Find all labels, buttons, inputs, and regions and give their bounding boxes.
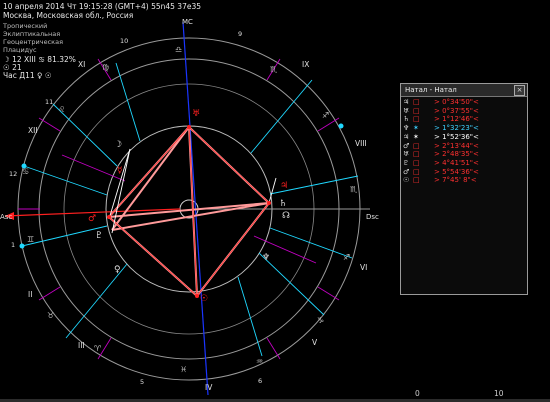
svg-text:5: 5	[140, 378, 144, 386]
svg-text:1: 1	[11, 241, 15, 249]
mercury-glyph-icon[interactable]: ☿	[117, 166, 123, 176]
aspect-window-title: Натал - Натал	[405, 86, 457, 94]
svg-text:♏: ♏	[350, 185, 358, 194]
aspect-type: □	[413, 176, 420, 185]
aspect-planet-1: ♅	[403, 106, 410, 115]
close-icon[interactable]: ×	[514, 85, 525, 96]
svg-text:♈: ♈	[94, 344, 101, 353]
header-hour-info: Час Д11 ♀ ☉	[3, 71, 52, 80]
aspect-orb: > 1°52'36"<	[434, 132, 479, 141]
node-glyph-icon[interactable]: ☊	[282, 211, 290, 221]
aspect-type: □	[413, 106, 420, 115]
svg-text:VIII: VIII	[355, 139, 367, 148]
svg-text:10: 10	[120, 37, 128, 45]
aspect-type: □	[413, 167, 420, 176]
header-datetime: 10 апреля 2014 Чт 19:15:28 (GMT+4) 55n45…	[3, 2, 202, 11]
svg-text:♎: ♎	[175, 45, 182, 54]
svg-text:♓: ♓	[180, 365, 187, 374]
svg-text:♑: ♑	[317, 316, 324, 325]
svg-text:♌: ♌	[58, 105, 65, 114]
aspect-type: □	[413, 141, 420, 150]
aspect-orb: > 0°34'50"<	[434, 98, 479, 106]
svg-text:IV: IV	[205, 383, 213, 392]
svg-text:♏: ♏	[270, 65, 278, 74]
aspect-window[interactable]: Натал - Натал × ♃ □ > 0°34'50"< ♅ □ > 0°37'55…	[400, 83, 528, 295]
aspect-orb: > 5°54'36"<	[434, 167, 479, 176]
aspect-type: □	[413, 115, 420, 124]
aspect-row[interactable]: ♅ □ > 0°37'55"<	[403, 107, 479, 116]
uranus-glyph-icon[interactable]: ♅	[192, 109, 200, 119]
aspect-planet-1: ♃	[403, 132, 410, 141]
dsc-label: Dsc	[366, 213, 379, 221]
aspect-row[interactable]: ♂ □ > 2°13'44"<	[403, 142, 479, 151]
svg-text:♋: ♋	[22, 167, 29, 176]
aspect-row[interactable]: ♅ □ > 2°48'35"<	[403, 150, 479, 159]
sun-glyph-icon[interactable]: ☉	[200, 294, 208, 304]
aspect-orb: > 1°32'23"<	[434, 124, 479, 133]
aspect-type: ✶	[413, 132, 419, 141]
aspect-type: □	[413, 150, 420, 159]
header-house-system: Плацидус	[3, 46, 37, 54]
svg-text:♒: ♒	[256, 357, 263, 366]
svg-text:II: II	[28, 290, 32, 299]
aspect-row[interactable]: ♂ □ > 5°54'36"<	[403, 168, 479, 177]
aspect-orb: > 1°12'46"<	[434, 115, 479, 124]
saturn-glyph-icon[interactable]: ♄	[279, 199, 287, 209]
svg-text:XI: XI	[78, 60, 85, 69]
aspect-type: □	[413, 98, 420, 106]
aspect-planet-1: ♂	[403, 167, 410, 176]
svg-text:VI: VI	[360, 263, 367, 272]
aspect-row[interactable]: ♇ □ > 4°41'51"<	[403, 159, 479, 168]
header-location: Москва, Московская обл., Россия	[3, 11, 134, 20]
svg-text:6: 6	[258, 377, 262, 385]
svg-text:♐: ♐	[343, 253, 350, 262]
neptune-glyph-icon[interactable]: ♆	[262, 253, 270, 263]
svg-text:12: 12	[9, 170, 17, 178]
moon-glyph-icon[interactable]: ☽	[114, 140, 122, 150]
mc-label: MC	[182, 18, 193, 26]
svg-text:♉: ♉	[47, 311, 54, 320]
svg-text:XII: XII	[28, 126, 38, 135]
mars-glyph-icon[interactable]: ♂	[88, 214, 96, 224]
aspect-planet-1: ♄	[403, 115, 410, 124]
pluto-glyph-icon[interactable]: ♇	[95, 231, 103, 241]
aspect-planet-1: ♃	[403, 98, 410, 106]
aspect-orb: > 2°48'35"<	[434, 150, 479, 159]
venus-glyph-icon[interactable]: ♀	[114, 265, 121, 275]
aspect-row[interactable]: ♃ ✶ > 1°52'36"<	[403, 133, 479, 142]
svg-text:♐: ♐	[322, 111, 329, 120]
svg-text:9: 9	[238, 30, 242, 38]
svg-text:III: III	[78, 341, 85, 350]
aspect-planet-1: ♇	[403, 158, 410, 167]
footer-number-2: 10	[494, 389, 504, 398]
degree-labels: 10 9 11 12 1 5 6	[9, 30, 262, 386]
svg-text:♍: ♍	[102, 63, 109, 72]
svg-text:♊: ♊	[27, 235, 34, 244]
jupiter-glyph-icon[interactable]: ♃	[280, 181, 288, 191]
aspect-type: □	[413, 158, 420, 167]
aspect-row[interactable]: ♃ □ > 0°34'50"<	[403, 98, 479, 107]
svg-text:V: V	[312, 338, 318, 347]
aspect-orb: > 0°37'55"<	[434, 106, 479, 115]
aspect-planet-1: ☉	[403, 176, 410, 185]
svg-text:IX: IX	[302, 60, 309, 69]
aspect-type: ✶	[413, 124, 419, 133]
footer-number-1: 0	[415, 389, 420, 398]
aspect-row[interactable]: ♄ □ > 1°12'46"<	[403, 115, 479, 124]
aspect-planet-1: ♂	[403, 141, 410, 150]
aspect-window-titlebar[interactable]: Натал - Натал ×	[401, 84, 527, 97]
aspect-row[interactable]: ☉ □ > 7°45' 8"<	[403, 176, 477, 185]
aspect-planet-1: ♅	[403, 150, 410, 159]
aspect-orb: > 4°41'51"<	[434, 158, 479, 167]
asc-label: Asc	[0, 213, 12, 221]
aspect-orb: > 2°13'44"<	[434, 141, 479, 150]
svg-text:11: 11	[45, 98, 53, 106]
aspect-row[interactable]: ♆ ✶ > 1°32'23"<	[403, 124, 479, 133]
aspect-planet-1: ♆	[403, 124, 410, 133]
aspect-orb: > 7°45' 8"<	[434, 176, 477, 185]
